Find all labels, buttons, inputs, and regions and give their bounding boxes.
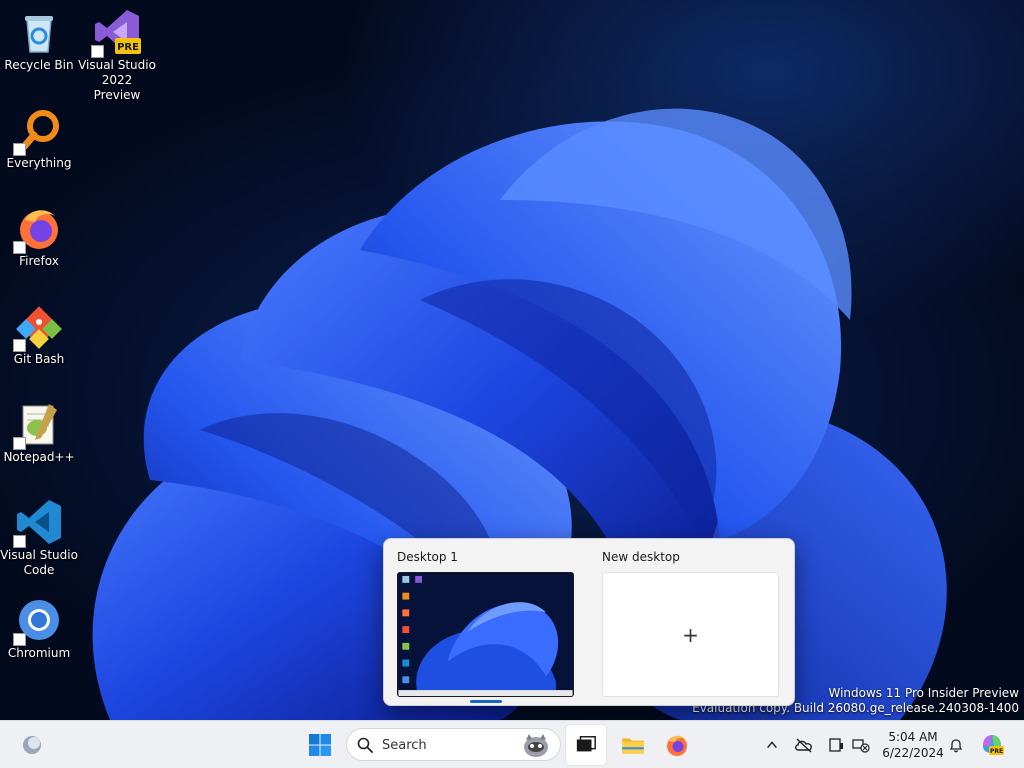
- desktop-icon-firefox[interactable]: Firefox: [0, 204, 78, 269]
- widgets-button[interactable]: [12, 725, 52, 765]
- shortcut-arrow-icon: [91, 45, 104, 58]
- desktop-icon-chromium[interactable]: Chromium: [0, 596, 78, 661]
- desktop-icon-everything[interactable]: Everything: [0, 106, 78, 171]
- shortcut-arrow-icon: [13, 241, 26, 254]
- shortcut-arrow-icon: [13, 535, 26, 548]
- chromium-icon: [13, 596, 63, 646]
- active-desktop-indicator: [470, 700, 502, 703]
- file-explorer-icon: [622, 738, 644, 754]
- desktop-icon-label: Visual Studio 2022 Preview: [78, 58, 156, 102]
- task-view-button[interactable]: [566, 725, 606, 765]
- network-button[interactable]: [851, 735, 871, 755]
- desktop-icon-label: Recycle Bin: [4, 58, 74, 72]
- desktop-thumbnail-preview: [398, 573, 573, 696]
- firefox-icon: [13, 204, 63, 254]
- widgets-weather-icon: [23, 736, 41, 754]
- network-icon: [852, 739, 870, 753]
- chevron-up-icon: [767, 741, 777, 749]
- device-status-button[interactable]: [826, 735, 846, 755]
- copilot-button[interactable]: PRE: [980, 732, 1004, 756]
- firefox-icon: [667, 735, 687, 756]
- desktop-icon-git-bash[interactable]: Git Bash: [0, 302, 78, 367]
- clock-time: 5:04 AM: [888, 730, 938, 744]
- shortcut-arrow-icon: [13, 633, 26, 646]
- desktop-icons: Recycle Bin PRE Visual Studio 2022 Previ…: [0, 0, 170, 700]
- desktop-icon-label: Notepad++: [3, 450, 75, 464]
- vscode-icon: [13, 498, 63, 548]
- notifications-button[interactable]: [946, 735, 966, 755]
- virtual-desktops-flyout: Desktop 1 New desktop +: [383, 538, 795, 706]
- taskbar: Search 5:04 AM 6/22/2024 PRE: [0, 720, 1024, 768]
- notification-bell-icon: [949, 739, 963, 753]
- onedrive-button[interactable]: [794, 735, 814, 755]
- desktop-icon-label: Everything: [6, 156, 72, 170]
- search-icon: [357, 737, 373, 753]
- desktop-icon-label: Firefox: [19, 254, 59, 268]
- search-placeholder: Search: [382, 738, 427, 753]
- device-icon: [829, 738, 843, 752]
- start-icon: [309, 734, 331, 756]
- new-desktop-tile[interactable]: +: [602, 572, 779, 697]
- shortcut-arrow-icon: [13, 143, 26, 156]
- shortcut-arrow-icon: [13, 437, 26, 450]
- task-view-icon: [576, 736, 596, 752]
- desktop-icon-label: Visual Studio Code: [0, 548, 78, 577]
- copilot-icon: PRE: [983, 735, 1004, 755]
- show-hidden-icons-button[interactable]: [762, 735, 782, 755]
- onedrive-offline-icon: [795, 738, 812, 753]
- git-bash-icon: [13, 302, 63, 352]
- clock-date: 6/22/2024: [882, 746, 944, 760]
- visual-studio-preview-icon: PRE: [91, 8, 141, 58]
- desktop-icon-visual-studio-preview[interactable]: PRE Visual Studio 2022 Preview: [78, 8, 156, 103]
- desktop-icon-label: Git Bash: [13, 352, 65, 366]
- recycle-bin-icon: [15, 8, 63, 56]
- pre-badge: PRE: [117, 42, 139, 53]
- desktop-card-title: Desktop 1: [397, 550, 458, 564]
- notepad-plus-plus-icon: [13, 400, 63, 450]
- start-button[interactable]: [300, 725, 340, 765]
- desktop-icon-recycle-bin[interactable]: Recycle Bin: [0, 8, 78, 73]
- shortcut-arrow-icon: [13, 339, 26, 352]
- desktop-icon-vscode[interactable]: Visual Studio Code: [0, 498, 78, 578]
- desktop-icon-label: Chromium: [7, 646, 71, 660]
- desktop-thumbnail[interactable]: [397, 572, 574, 697]
- file-explorer-button[interactable]: [613, 725, 653, 765]
- desktop[interactable]: Recycle Bin PRE Visual Studio 2022 Previ…: [0, 0, 1024, 720]
- search-highlight-raccoon-icon: [524, 734, 548, 757]
- firefox-taskbar-button[interactable]: [657, 725, 697, 765]
- plus-icon: +: [682, 622, 699, 647]
- everything-search-icon: [13, 106, 63, 156]
- desktop-icon-notepad-plus-plus[interactable]: Notepad++: [0, 400, 78, 465]
- taskbar-clock[interactable]: 5:04 AM 6/22/2024: [880, 729, 946, 761]
- desktop-card-title: New desktop: [602, 550, 680, 564]
- taskbar-search-box[interactable]: Search: [346, 728, 561, 761]
- copilot-pre-badge: PRE: [990, 748, 1003, 755]
